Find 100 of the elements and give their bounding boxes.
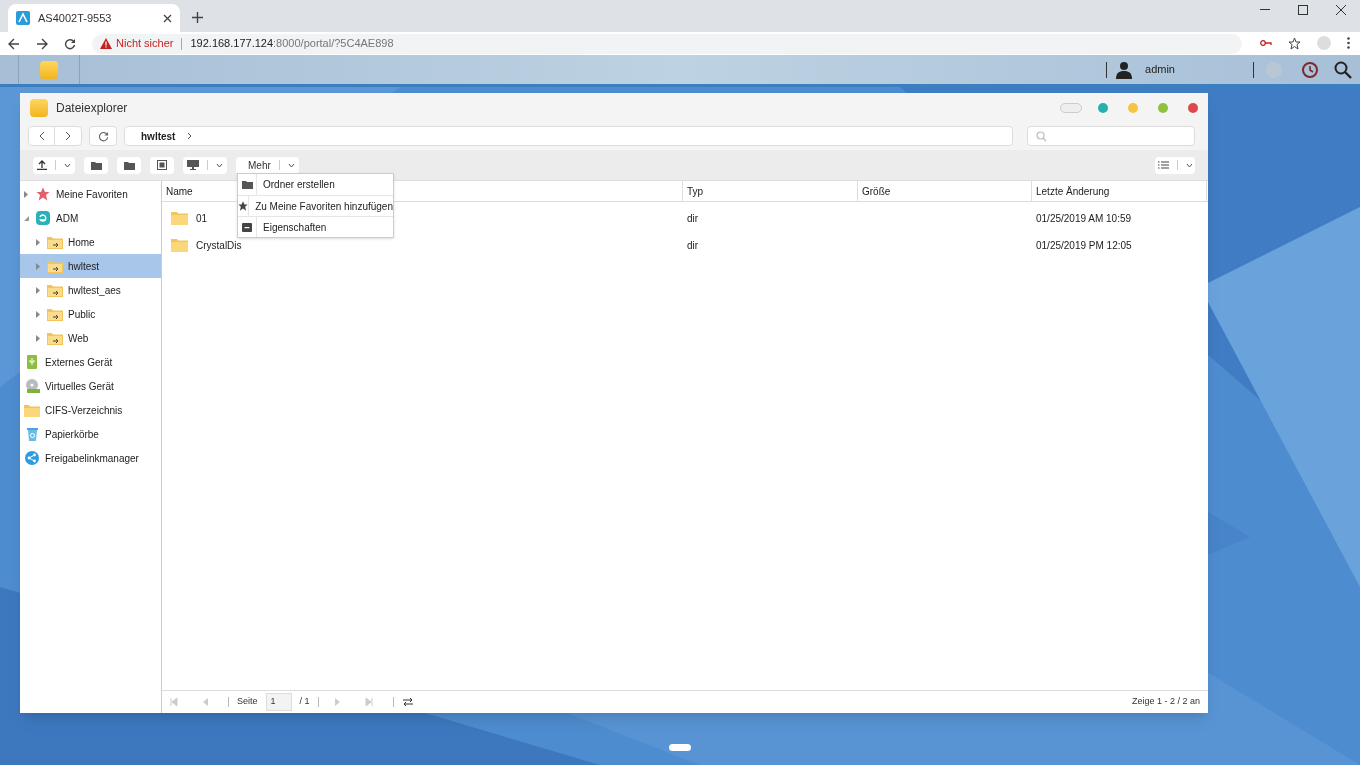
sidebar-item[interactable]: Papierkörbe: [20, 422, 161, 446]
chevron-icon: [187, 132, 193, 140]
table-cell-text: 01/25/2019 AM 10:59: [1035, 212, 1133, 226]
folder-icon: [171, 212, 188, 225]
address-field[interactable]: Nicht sicher 192.168.177.124:8000/portal/?5C4AE898: [92, 33, 1242, 54]
trash-icon: [24, 427, 40, 441]
close-icon[interactable]: [1336, 5, 1346, 15]
back-icon[interactable]: [8, 37, 20, 50]
page-label: Seite: [237, 695, 258, 709]
refresh-icon[interactable]: [401, 697, 414, 707]
upload-button[interactable]: [33, 156, 75, 174]
column-header[interactable]: Größe: [858, 181, 1032, 201]
menu-icon[interactable]: [1347, 37, 1350, 49]
shared-folder-icon: [47, 283, 63, 297]
breadcrumb-item[interactable]: hwltest: [141, 128, 176, 144]
usb-drive-icon: [24, 355, 40, 369]
list-icon: [1157, 161, 1169, 169]
table-cell-text: dir: [686, 212, 700, 226]
sidebar-item[interactable]: hwltest_aes: [20, 278, 161, 302]
dock-handle[interactable]: [669, 744, 691, 751]
back-icon: [38, 131, 45, 141]
file-name[interactable]: CrystalDis: [196, 238, 242, 253]
new-tab-icon[interactable]: [192, 12, 203, 23]
file-explorer-app-icon: [30, 98, 48, 117]
clock-icon[interactable]: [1302, 61, 1318, 78]
menu-item[interactable]: Zu Meine Favoriten hinzufügen: [238, 195, 393, 216]
sidebar-item[interactable]: Freigabelinkmanager: [20, 446, 161, 470]
file-name[interactable]: 01: [196, 211, 208, 226]
star-icon: [238, 201, 249, 211]
reload-icon[interactable]: [64, 37, 76, 50]
column-header[interactable]: Typ: [683, 181, 858, 201]
select-button[interactable]: [150, 156, 174, 174]
search-icon[interactable]: [1334, 60, 1352, 79]
sidebar-item[interactable]: Externes Gerät: [20, 350, 161, 374]
maximize-button[interactable]: [1158, 102, 1168, 113]
shared-folder-icon: [47, 259, 63, 273]
more-button[interactable]: Mehr: [236, 156, 299, 174]
sidebar-item[interactable]: Virtuelles Gerät: [20, 374, 161, 398]
close-button[interactable]: [1188, 102, 1198, 113]
share-icon: [24, 451, 40, 465]
table-cell-text: 01/25/2019 PM 12:05: [1035, 239, 1133, 253]
help-button[interactable]: [1098, 102, 1108, 113]
browser-tab[interactable]: AS4002T-9553: [8, 4, 180, 32]
folder-icon: [24, 403, 40, 417]
properties-icon: [242, 222, 252, 232]
user-icon[interactable]: [1115, 60, 1134, 79]
user-name[interactable]: admin: [1145, 61, 1175, 78]
minimize-icon[interactable]: [1260, 9, 1270, 11]
key-icon[interactable]: [1260, 39, 1272, 47]
expander-icon[interactable]: [24, 215, 32, 221]
adm-icon: [35, 211, 51, 225]
page-field[interactable]: 1: [265, 693, 292, 711]
folder-icon: [171, 239, 188, 252]
caret-icon: [64, 162, 71, 168]
sidebar-item[interactable]: ADM: [20, 206, 161, 230]
sidebar-item[interactable]: hwltest: [20, 254, 161, 278]
close-icon[interactable]: [163, 13, 172, 23]
page-total: / 1: [299, 695, 310, 709]
search-icon: [1036, 130, 1047, 142]
new-folder-button[interactable]: [84, 156, 108, 174]
shared-folder-icon: [47, 307, 63, 321]
sidebar-item[interactable]: Meine Favoriten: [20, 182, 161, 206]
monitor-icon: [187, 160, 199, 170]
star-icon: [35, 187, 51, 201]
caret-icon: [1185, 162, 1193, 168]
path-bar[interactable]: hwltest: [124, 126, 1013, 146]
star-icon[interactable]: [1288, 36, 1301, 50]
caret-icon: [287, 162, 295, 168]
folder-icon: [90, 160, 102, 170]
select-icon: [157, 160, 167, 170]
warning-icon: [100, 38, 112, 49]
disc-icon: [24, 379, 40, 393]
caret-icon: [216, 162, 223, 168]
move-button[interactable]: [117, 156, 141, 174]
window-title: Dateiexplorer: [56, 99, 129, 117]
sidebar-item[interactable]: Web: [20, 326, 161, 350]
reload-icon: [97, 130, 109, 142]
shared-folder-icon: [47, 235, 63, 249]
upload-icon: [37, 160, 47, 170]
app-icon: [16, 11, 30, 25]
maximize-icon[interactable]: [1298, 5, 1308, 15]
sidebar-item[interactable]: Home: [20, 230, 161, 254]
forward-icon[interactable]: [36, 37, 48, 50]
view-button[interactable]: [1155, 156, 1195, 174]
sidebar-item[interactable]: CIFS-Verzeichnis: [20, 398, 161, 422]
shared-folder-icon: [47, 331, 63, 345]
tab-title: AS4002T-9553: [38, 10, 113, 26]
refresh-button[interactable]: [89, 126, 117, 146]
column-header[interactable]: Letzte Änderung: [1032, 181, 1207, 201]
url-text: 192.168.177.124:8000/portal/?5C4AE898: [190, 36, 394, 52]
folder-icon: [123, 160, 135, 170]
toggle-button[interactable]: [1060, 102, 1082, 113]
forward-icon: [65, 131, 71, 141]
menu-item[interactable]: Eigenschaften: [238, 216, 393, 237]
table-cell-text: dir: [686, 239, 700, 253]
security-warning: Nicht sicher: [116, 36, 174, 52]
item-count: Zeige 1 - 2 / 2 an: [1131, 695, 1200, 709]
search-field[interactable]: [1027, 126, 1195, 146]
mount-button[interactable]: [183, 156, 227, 174]
sidebar-item[interactable]: Public: [20, 302, 161, 326]
